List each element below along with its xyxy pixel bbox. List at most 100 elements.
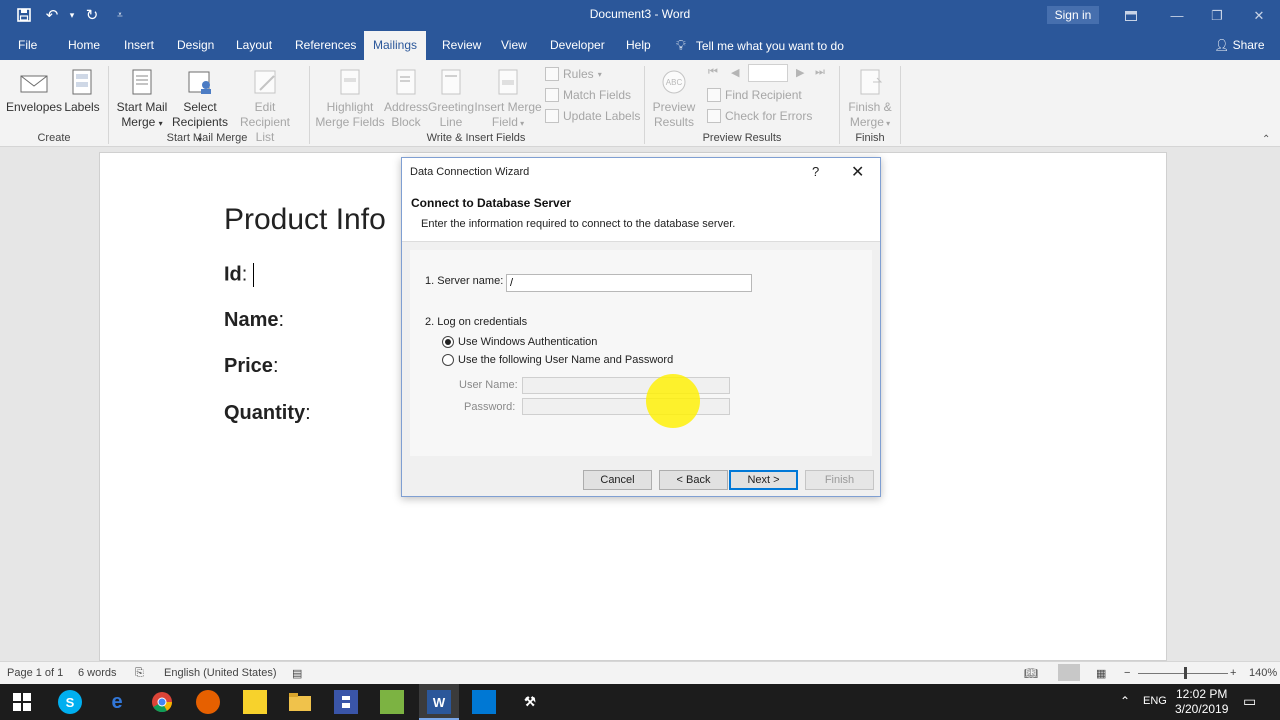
username-input[interactable] bbox=[522, 377, 730, 394]
sticky-notes-icon[interactable] bbox=[243, 690, 267, 714]
windows-start-icon[interactable] bbox=[10, 690, 34, 714]
save-app-icon[interactable] bbox=[334, 690, 358, 714]
skype-icon[interactable]: S bbox=[58, 690, 82, 714]
language-indicator[interactable]: English (United States) bbox=[164, 667, 277, 679]
start-mail-merge-group-label: Start Mail Merge bbox=[166, 132, 248, 144]
tab-developer[interactable]: Developer bbox=[541, 31, 614, 60]
tab-help[interactable]: Help bbox=[617, 31, 660, 60]
collapse-ribbon-icon[interactable]: ⌃ bbox=[1262, 134, 1270, 145]
tab-references[interactable]: References bbox=[286, 31, 365, 60]
radio-windows-auth[interactable] bbox=[442, 336, 454, 348]
radio-windows-auth-label[interactable]: Use Windows Authentication bbox=[458, 336, 597, 348]
finish-group-label: Finish bbox=[855, 132, 885, 144]
firefox-icon[interactable] bbox=[196, 690, 220, 714]
outlook-icon[interactable] bbox=[472, 690, 496, 714]
chevron-up-icon[interactable]: ⌃ bbox=[1120, 694, 1130, 708]
notifications-icon[interactable]: ▭ bbox=[1243, 693, 1256, 710]
share-button[interactable]: 👤︎ Share bbox=[1214, 31, 1265, 60]
previous-record-icon[interactable]: ◀ bbox=[731, 66, 739, 79]
chevron-down-icon: ▾ bbox=[517, 119, 525, 128]
word-count[interactable]: 6 words bbox=[78, 667, 117, 679]
finish-button[interactable]: Finish bbox=[805, 470, 874, 490]
create-group-label: Create bbox=[37, 132, 71, 144]
file-explorer-icon[interactable] bbox=[288, 690, 312, 714]
chrome-icon[interactable] bbox=[150, 690, 174, 714]
match-fields-icon bbox=[545, 88, 559, 102]
zoom-level[interactable]: 140% bbox=[1249, 667, 1277, 679]
notepad-plus-icon[interactable] bbox=[380, 690, 404, 714]
address-label-2: Block bbox=[391, 115, 421, 129]
greeting-label-2: Line bbox=[439, 115, 463, 129]
address-block-icon bbox=[391, 68, 421, 96]
start-mail-merge-button[interactable]: Start Mail Merge ▾ bbox=[114, 68, 170, 131]
greeting-line-button[interactable]: Greeting Line bbox=[428, 68, 474, 130]
help-icon[interactable]: ? bbox=[812, 164, 819, 179]
zoom-slider[interactable] bbox=[1138, 673, 1228, 674]
highlight-icon bbox=[335, 68, 365, 96]
next-record-icon[interactable]: ▶ bbox=[796, 66, 804, 79]
close-icon[interactable]: ✕ bbox=[1236, 0, 1280, 31]
zoom-in-icon[interactable]: + bbox=[1230, 667, 1236, 679]
insert-merge-field-button[interactable]: Insert Merge Field ▾ bbox=[474, 68, 542, 131]
close-icon[interactable]: ✕ bbox=[851, 162, 864, 182]
cursor-highlight bbox=[646, 374, 700, 428]
first-record-icon[interactable]: ⏮ bbox=[708, 66, 718, 79]
next-button[interactable]: Next > bbox=[729, 470, 798, 490]
print-layout-icon[interactable] bbox=[1058, 664, 1080, 681]
insert-field-label-2: Field bbox=[491, 115, 518, 129]
envelopes-button[interactable]: Envelopes bbox=[6, 68, 62, 115]
vertical-scrollbar[interactable] bbox=[1262, 148, 1280, 661]
finish-merge-button[interactable]: Finish & Merge ▾ bbox=[844, 68, 896, 131]
tab-view[interactable]: View bbox=[492, 31, 536, 60]
radio-username-password[interactable] bbox=[442, 354, 454, 366]
labels-button[interactable]: Labels bbox=[62, 68, 102, 115]
highlight-label-2: Merge Fields bbox=[315, 115, 385, 129]
tab-layout[interactable]: Layout bbox=[227, 31, 281, 60]
update-labels-button[interactable]: Update Labels bbox=[545, 107, 640, 125]
tab-home[interactable]: Home bbox=[59, 31, 109, 60]
word-icon[interactable]: W bbox=[427, 690, 451, 714]
match-fields-button[interactable]: Match Fields bbox=[545, 86, 631, 104]
rules-button[interactable]: Rules ▾ bbox=[545, 65, 602, 83]
highlight-merge-fields-button[interactable]: Highlight Merge Fields bbox=[314, 68, 386, 130]
server-name-input[interactable] bbox=[506, 274, 752, 292]
preview-results-button[interactable]: ABC Preview Results bbox=[650, 68, 698, 130]
update-labels-icon bbox=[545, 109, 559, 123]
tab-file[interactable]: File bbox=[9, 31, 46, 60]
find-recipient-button[interactable]: Find Recipient bbox=[707, 86, 802, 104]
ribbon-display-icon[interactable] bbox=[1108, 0, 1154, 31]
labels-icon bbox=[67, 68, 97, 96]
zoom-out-icon[interactable]: − bbox=[1124, 667, 1130, 679]
field-name-label: Name bbox=[224, 309, 279, 331]
back-button[interactable]: < Back bbox=[659, 470, 728, 490]
tab-design[interactable]: Design bbox=[168, 31, 223, 60]
input-language[interactable]: ENG bbox=[1143, 695, 1167, 707]
proofing-icon[interactable]: ⎘ bbox=[135, 667, 144, 680]
edge-icon[interactable]: e bbox=[105, 690, 129, 714]
cancel-button[interactable]: Cancel bbox=[583, 470, 652, 490]
tell-me-label: Tell me what you want to do bbox=[695, 39, 844, 53]
greeting-icon bbox=[436, 68, 466, 96]
tab-mailings[interactable]: Mailings bbox=[364, 31, 427, 60]
dialog-header: Connect to Database Server Enter the inf… bbox=[402, 186, 880, 242]
tools-icon[interactable]: ⚒ bbox=[518, 690, 542, 714]
page-count[interactable]: Page 1 of 1 bbox=[7, 667, 63, 679]
zoom-slider-thumb[interactable] bbox=[1184, 667, 1187, 679]
system-clock[interactable]: 12:02 PM 3/20/2019 bbox=[1175, 687, 1228, 717]
sign-in-button[interactable]: Sign in bbox=[1047, 6, 1099, 24]
address-block-button[interactable]: Address Block bbox=[384, 68, 428, 130]
tell-me-search[interactable]: 💡︎ Tell me what you want to do bbox=[676, 31, 844, 60]
check-errors-button[interactable]: Check for Errors bbox=[707, 107, 812, 125]
title-bar: ↶ ▾ ↻ ⩡ Document3 - Word Sign in — ❐ ✕ bbox=[0, 0, 1280, 31]
macro-icon[interactable]: ▤ bbox=[292, 667, 302, 680]
record-number-input[interactable] bbox=[748, 64, 788, 82]
dialog-heading: Connect to Database Server bbox=[411, 196, 572, 210]
restore-icon[interactable]: ❐ bbox=[1194, 0, 1240, 31]
web-layout-icon[interactable]: ▦ bbox=[1096, 667, 1106, 680]
radio-username-password-label[interactable]: Use the following User Name and Password bbox=[458, 354, 673, 366]
tab-review[interactable]: Review bbox=[433, 31, 490, 60]
find-recipient-label: Find Recipient bbox=[725, 88, 802, 102]
last-record-icon[interactable]: ⏭ bbox=[815, 66, 825, 79]
tab-insert[interactable]: Insert bbox=[115, 31, 163, 60]
read-mode-icon[interactable]: 📖︎ bbox=[1024, 667, 1038, 680]
